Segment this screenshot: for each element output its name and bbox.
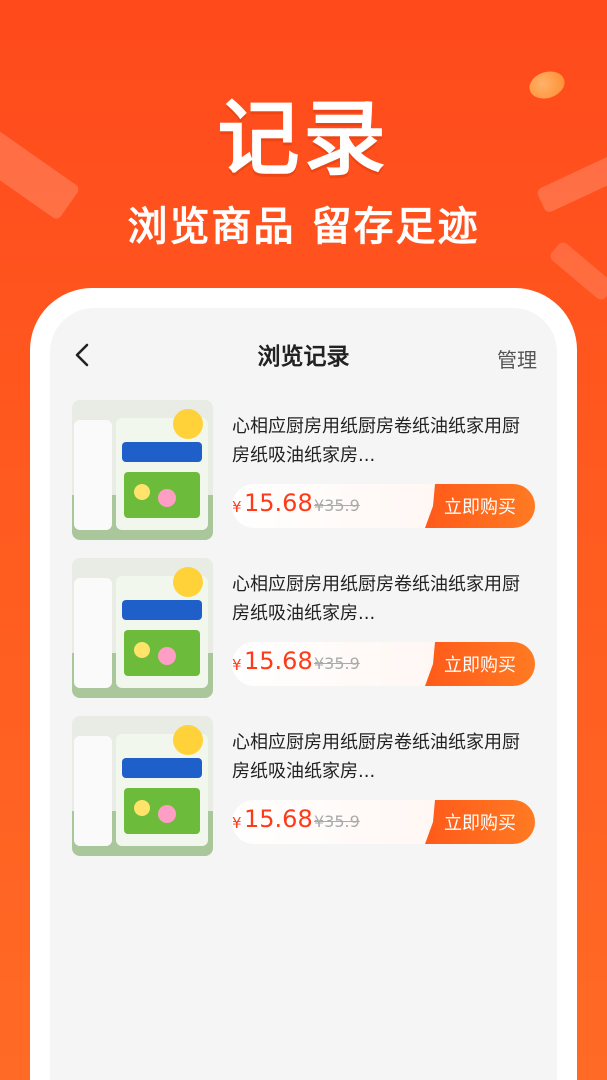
product-image[interactable] [72, 716, 213, 856]
product-info: 心相应厨房用纸厨房卷纸油纸家用厨房纸吸油纸家房... ¥ 15.68 ¥35.9… [213, 558, 535, 698]
price-row: ¥ 15.68 ¥35.9 立即购买 [232, 484, 535, 528]
currency-symbol: ¥ [232, 814, 242, 832]
currency-symbol: ¥ [232, 656, 242, 674]
product-title[interactable]: 心相应厨房用纸厨房卷纸油纸家用厨房纸吸油纸家房... [232, 570, 535, 628]
buy-now-button[interactable]: 立即购买 [425, 484, 535, 528]
list-item[interactable]: 心相应厨房用纸厨房卷纸油纸家用厨房纸吸油纸家房... ¥ 15.68 ¥35.9… [72, 400, 535, 540]
current-price: 15.68 [244, 489, 313, 517]
product-image[interactable] [72, 558, 213, 698]
buy-now-button[interactable]: 立即购买 [425, 642, 535, 686]
current-price: 15.68 [244, 647, 313, 675]
current-price: 15.68 [244, 805, 313, 833]
page-title: 浏览记录 [257, 344, 350, 370]
hero-subtitle: 浏览商品 留存足迹 [127, 204, 480, 250]
price-row: ¥ 15.68 ¥35.9 立即购买 [232, 642, 535, 686]
navbar: 浏览记录 管理 [50, 308, 557, 400]
price-row: ¥ 15.68 ¥35.9 立即购买 [232, 800, 535, 844]
original-price: ¥35.9 [314, 812, 360, 831]
original-price: ¥35.9 [314, 496, 360, 515]
product-info: 心相应厨房用纸厨房卷纸油纸家用厨房纸吸油纸家房... ¥ 15.68 ¥35.9… [213, 716, 535, 856]
phone-frame: 浏览记录 管理 心相应厨房用纸厨房卷纸油纸家用厨房纸吸油纸家房... ¥ 15.… [30, 288, 577, 1080]
browse-history-screen: 浏览记录 管理 心相应厨房用纸厨房卷纸油纸家用厨房纸吸油纸家房... ¥ 15.… [50, 308, 557, 1080]
buy-now-button[interactable]: 立即购买 [425, 800, 535, 844]
currency-symbol: ¥ [232, 498, 242, 516]
product-info: 心相应厨房用纸厨房卷纸油纸家用厨房纸吸油纸家房... ¥ 15.68 ¥35.9… [213, 400, 535, 540]
manage-button[interactable]: 管理 [497, 344, 537, 373]
product-title[interactable]: 心相应厨房用纸厨房卷纸油纸家用厨房纸吸油纸家房... [232, 728, 535, 786]
product-title[interactable]: 心相应厨房用纸厨房卷纸油纸家用厨房纸吸油纸家房... [232, 412, 535, 470]
list-item[interactable]: 心相应厨房用纸厨房卷纸油纸家用厨房纸吸油纸家房... ¥ 15.68 ¥35.9… [72, 716, 535, 856]
back-arrow-icon[interactable] [72, 342, 94, 368]
list-item[interactable]: 心相应厨房用纸厨房卷纸油纸家用厨房纸吸油纸家房... ¥ 15.68 ¥35.9… [72, 558, 535, 698]
product-image[interactable] [72, 400, 213, 540]
original-price: ¥35.9 [314, 654, 360, 673]
hero-title: 记录 [217, 92, 390, 187]
history-list: 心相应厨房用纸厨房卷纸油纸家用厨房纸吸油纸家房... ¥ 15.68 ¥35.9… [50, 400, 557, 856]
